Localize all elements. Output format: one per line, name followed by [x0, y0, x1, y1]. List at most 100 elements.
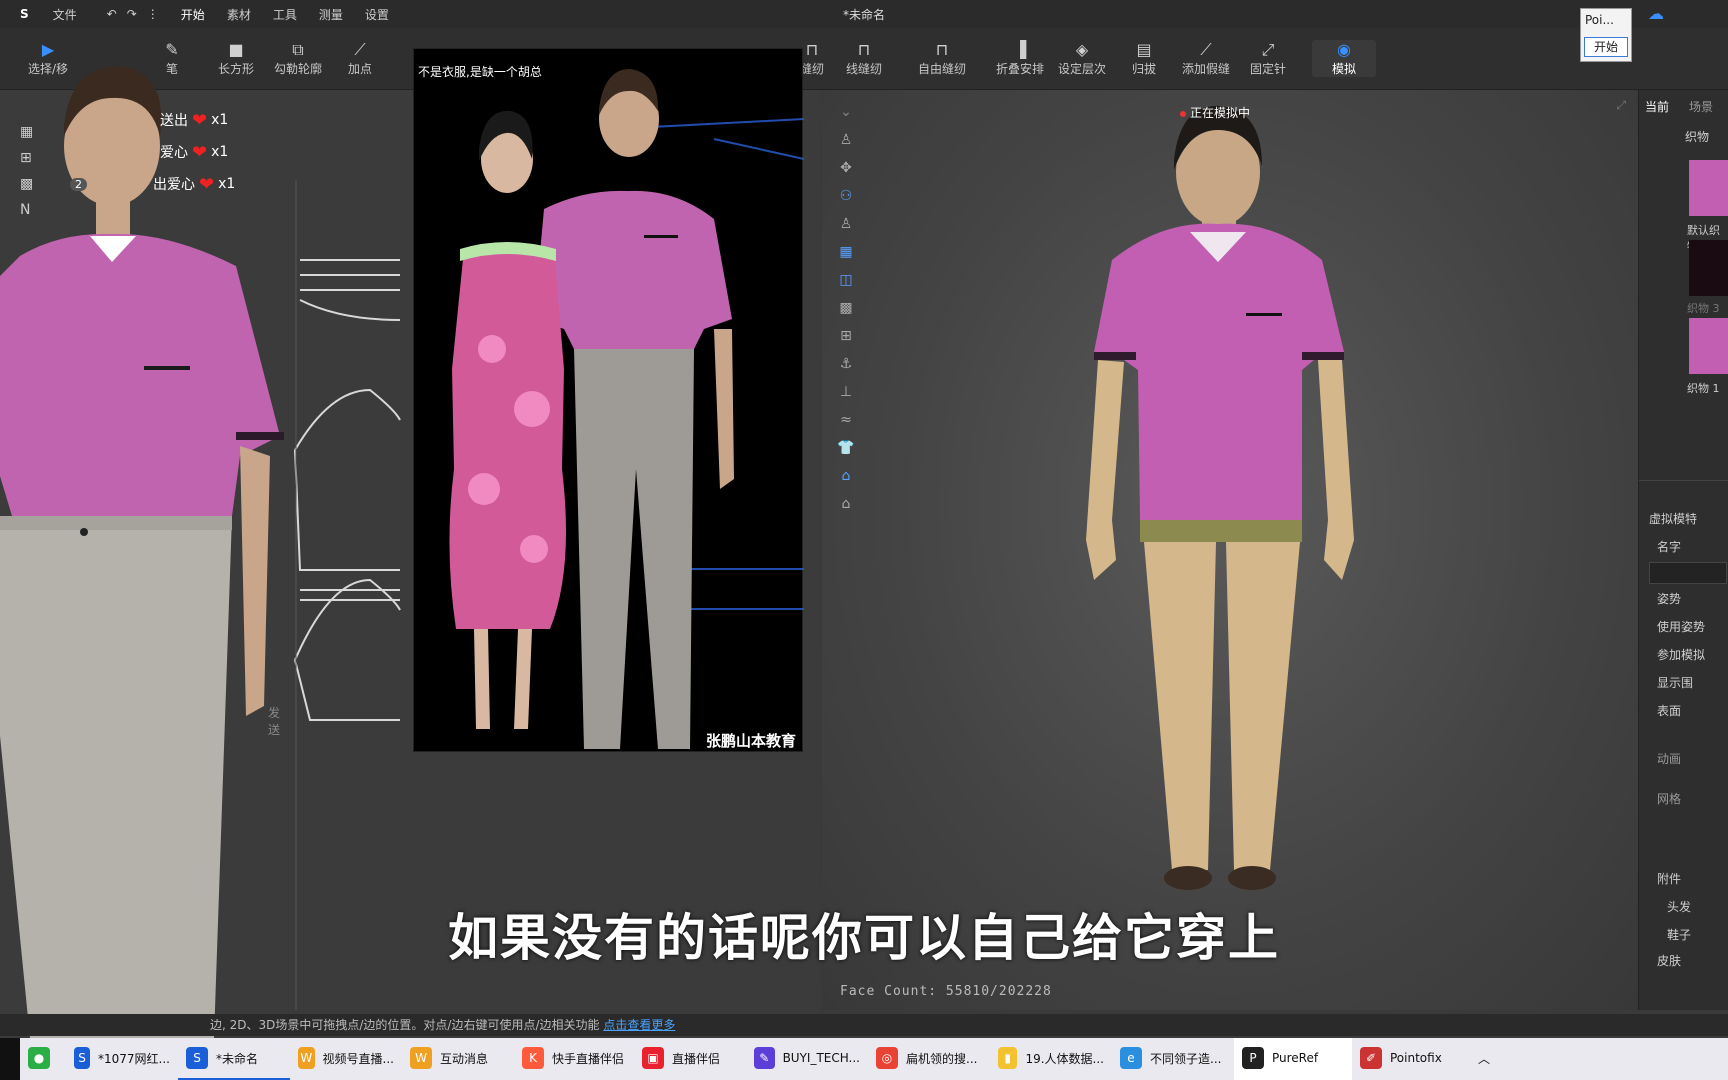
- app-logo-icon[interactable]: S: [20, 7, 29, 21]
- shirt-icon[interactable]: 👕: [834, 436, 858, 460]
- heart-icon: ❤: [192, 141, 208, 163]
- task-folder[interactable]: ▮ 19.人体数据...: [990, 1038, 1112, 1080]
- fold-arrange-tool[interactable]: ▐ 折叠安排: [988, 40, 1052, 77]
- person-icon[interactable]: ♙: [834, 212, 858, 236]
- simulate-tool[interactable]: ◉ 模拟: [1312, 40, 1376, 77]
- status-text: 边, 2D、3D场景中可拖拽点/边的位置。对点/边右键可使用点/边相关功能: [210, 1018, 600, 1032]
- set-layer-tool[interactable]: ◈ 设定层次: [1050, 40, 1114, 77]
- task-pointofix[interactable]: ✐ Pointofix: [1352, 1038, 1470, 1080]
- chat-line: 送出 ❤ x1: [160, 109, 229, 131]
- status-bar: 边, 2D、3D场景中可拖拽点/边的位置。对点/边右键可使用点/边相关功能 点击…: [0, 1014, 1728, 1036]
- kuaishou-icon: K: [522, 1047, 544, 1069]
- add-point-tool[interactable]: ⟋ 加点: [328, 40, 392, 77]
- task-style3d-2[interactable]: S *未命名: [178, 1038, 290, 1080]
- task-style3d-1[interactable]: S *1077网红...: [66, 1038, 178, 1080]
- cloud-icon[interactable]: ☁: [1648, 4, 1664, 23]
- pin-icon: ⤢: [1261, 40, 1275, 59]
- free-sew-tool[interactable]: ⊓ 自由缝纫: [910, 40, 974, 77]
- avatar-section-title: 虚拟模特: [1649, 512, 1698, 526]
- tab-scene[interactable]: 场景: [1689, 98, 1713, 115]
- task-pureref[interactable]: P PureRef: [1234, 1038, 1352, 1080]
- menu-settings[interactable]: 设置: [365, 6, 389, 23]
- task-buyi-tech[interactable]: ✎ BUYI_TECH...: [746, 1038, 868, 1080]
- avatar-icon[interactable]: ♙: [834, 128, 858, 152]
- document-title: *未命名: [842, 8, 885, 22]
- heart-icon: ❤: [192, 109, 208, 131]
- layer-icon: ◈: [1075, 40, 1089, 59]
- tray-chevron-icon[interactable]: ︿: [1470, 1038, 1500, 1080]
- collapse-icon[interactable]: ⌄: [834, 100, 858, 124]
- folder-icon: ▮: [998, 1047, 1018, 1069]
- pin-tool[interactable]: ⤢ 固定针: [1236, 40, 1300, 77]
- prop-surface[interactable]: 表面: [1657, 702, 1681, 719]
- taskbar: ● S *1077网红... S *未命名 W 视频号直播... W 互动消息 K 快手直…: [0, 1038, 1728, 1080]
- couple-figures: [449, 69, 804, 749]
- style3d-icon: S: [186, 1047, 208, 1069]
- task-interact-msg[interactable]: W 互动消息: [402, 1038, 514, 1080]
- viewport-side-toolbar: ⌄ ♙ ✥ ⚇ ♙ ▦ ◫ ▩ ⊞ ⚓ ⊥ ≈ 👕 ⌂ ⌂: [834, 100, 862, 520]
- undo-icon[interactable]: ↶: [107, 7, 117, 21]
- prop-attachments[interactable]: 附件: [1657, 870, 1681, 887]
- status-link[interactable]: 点击查看更多: [603, 1018, 675, 1032]
- fabric-swatch-3[interactable]: [1689, 240, 1728, 296]
- menu-file[interactable]: 文件: [53, 6, 77, 23]
- more-icon[interactable]: ⋮: [147, 7, 159, 21]
- cube-icon[interactable]: ◫: [834, 268, 858, 292]
- task-video-live[interactable]: W 视频号直播...: [290, 1038, 402, 1080]
- shrink-icon: ▤: [1136, 40, 1152, 59]
- pose-icon[interactable]: ✥: [834, 156, 858, 180]
- prop-animation: 动画: [1657, 752, 1682, 766]
- expand-icon[interactable]: ⤢: [1616, 98, 1626, 113]
- send-label[interactable]: 发送: [268, 704, 280, 738]
- avatar-3d: [1086, 105, 1354, 890]
- prop-pose: 姿势: [1657, 592, 1682, 606]
- editor-icon: ✎: [754, 1047, 775, 1069]
- shrink-tool[interactable]: ▤ 归拔: [1112, 40, 1176, 77]
- task-wechat[interactable]: ●: [20, 1038, 66, 1080]
- channels-icon: W: [298, 1047, 315, 1069]
- free-sew-icon: ⊓: [935, 40, 949, 59]
- task-chrome[interactable]: ◎ 扁机领的搜...: [868, 1038, 990, 1080]
- garment-icon[interactable]: ⌂: [834, 464, 858, 488]
- start-menu-icon[interactable]: [0, 1038, 20, 1080]
- add-tack-tool[interactable]: ⟋ 添加假缝: [1174, 40, 1238, 77]
- fabric-3-label: 织物 3: [1687, 302, 1720, 315]
- anchor-icon[interactable]: ⚓: [834, 352, 858, 376]
- axis-icon[interactable]: ⊥: [834, 380, 858, 404]
- checker-icon[interactable]: ▦: [834, 240, 858, 264]
- fabric-1-label: 织物 1: [1687, 382, 1720, 395]
- pointofix-popup: Poi... 开始: [1580, 8, 1632, 62]
- group-icon[interactable]: ⚇: [834, 184, 858, 208]
- menu-measure[interactable]: 测量: [319, 6, 343, 23]
- watermark: 张鹏山本教育: [705, 732, 796, 750]
- heart-icon: ❤: [199, 173, 215, 195]
- video-subtitle: 如果没有的话呢你可以自己给它穿上: [448, 909, 1280, 967]
- tshirt-outline-icon[interactable]: ⌂: [834, 492, 858, 516]
- redo-icon[interactable]: ↷: [127, 7, 137, 21]
- fabric-label: 织物: [1685, 130, 1710, 144]
- douyin-icon: ▣: [642, 1047, 664, 1069]
- fabric-swatch-1[interactable]: [1689, 318, 1728, 374]
- pointofix-icon: ✐: [1360, 1047, 1382, 1069]
- record-dot-icon: [1180, 110, 1186, 117]
- menu-tools[interactable]: 工具: [273, 6, 297, 23]
- prop-mesh: 网格: [1657, 792, 1682, 806]
- start-button[interactable]: 开始: [1584, 37, 1628, 57]
- browser-icon: e: [1120, 1047, 1142, 1069]
- wave-icon[interactable]: ≈: [834, 408, 858, 432]
- fabric-swatch-default[interactable]: [1689, 160, 1728, 216]
- task-live-companion[interactable]: ▣ 直播伴侣: [634, 1038, 746, 1080]
- mesh-icon[interactable]: ⊞: [834, 324, 858, 348]
- square-icon[interactable]: ▩: [834, 296, 858, 320]
- task-kuaishou[interactable]: K 快手直播伴侣: [514, 1038, 634, 1080]
- line-sew-tool[interactable]: ⊓ 线缝纫: [832, 40, 896, 77]
- tab-current[interactable]: 当前: [1645, 98, 1669, 115]
- menu-material[interactable]: 素材: [227, 6, 251, 23]
- style3d-icon: S: [74, 1047, 91, 1069]
- prop-display: 显示围: [1657, 676, 1694, 690]
- prop-simulate[interactable]: 参加模拟: [1657, 646, 1705, 663]
- menu-start[interactable]: 开始: [181, 6, 205, 23]
- task-edge[interactable]: e 不同领子造...: [1112, 1038, 1234, 1080]
- name-input[interactable]: [1649, 562, 1727, 584]
- viewport-3d[interactable]: 正在模拟中 ⤢: [822, 90, 1638, 1010]
